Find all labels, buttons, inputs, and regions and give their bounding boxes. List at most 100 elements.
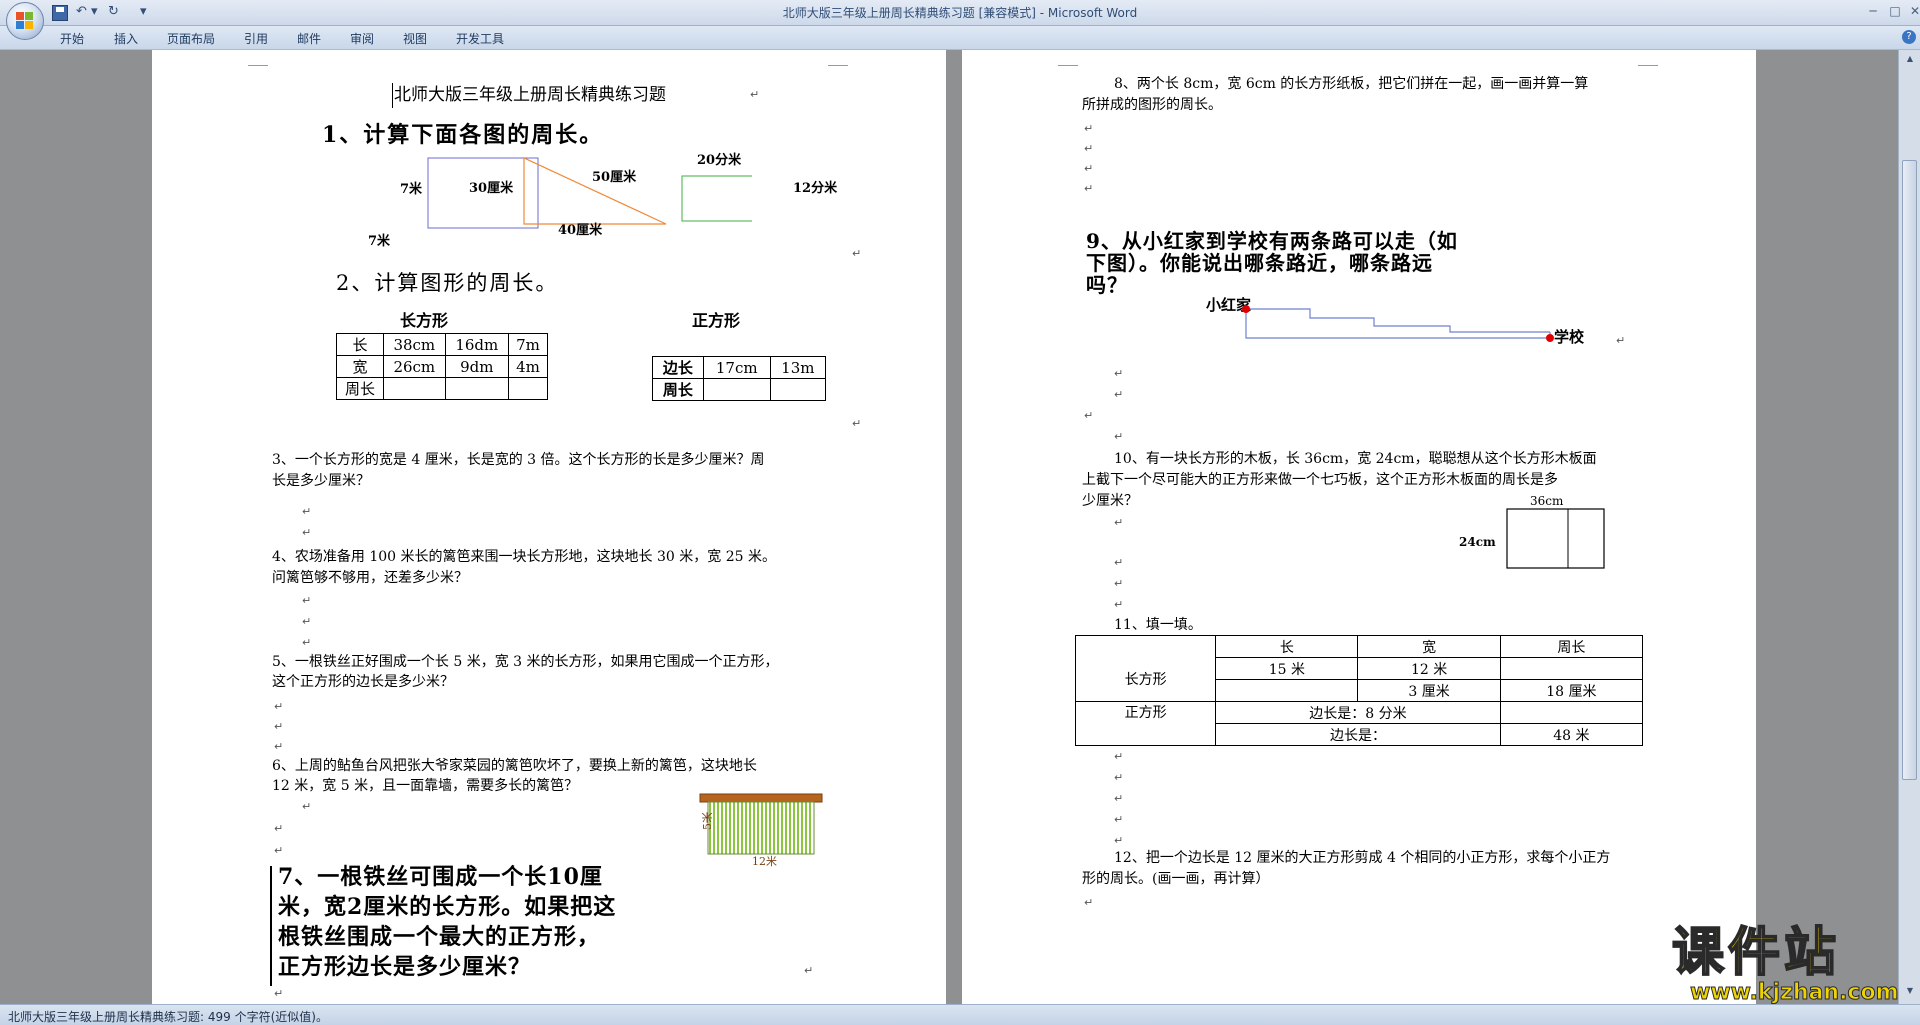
office-button[interactable] bbox=[6, 2, 44, 40]
table-cell[interactable]: 长 bbox=[336, 333, 384, 356]
paragraph-mark: ↵ bbox=[302, 636, 312, 649]
q6-line-2: 12 米，宽 5 米，且一面靠墙，需要多长的篱笆？ bbox=[272, 778, 579, 794]
q12-line-2: 形的周长。(画一画，再计算） bbox=[1082, 871, 1270, 887]
table-cell[interactable]: 周长 bbox=[652, 378, 704, 401]
rect-left-label: 7米 bbox=[400, 182, 423, 197]
paragraph-mark: ↵ bbox=[1114, 813, 1124, 826]
table-cell[interactable]: 17cm bbox=[702, 356, 771, 379]
paragraph-mark: ↵ bbox=[274, 822, 284, 835]
paragraph-mark: ↵ bbox=[1114, 577, 1124, 590]
tab-review[interactable]: 审阅 bbox=[350, 30, 374, 47]
table-cell[interactable]: 周长 bbox=[336, 377, 384, 400]
table-cell[interactable] bbox=[444, 377, 509, 400]
table-cell[interactable]: 4m bbox=[507, 355, 549, 378]
table-cell[interactable] bbox=[1499, 657, 1644, 680]
table-cell[interactable] bbox=[769, 378, 827, 401]
q7-line-4: 正方形边长是多少厘米？ bbox=[278, 954, 532, 980]
table-cell[interactable] bbox=[507, 377, 549, 400]
tab-page-layout[interactable]: 页面布局 bbox=[167, 30, 215, 47]
rectangle-shape bbox=[681, 175, 752, 222]
table-cell[interactable]: 边长是： bbox=[1215, 723, 1501, 746]
table-cell[interactable]: 15 米 bbox=[1215, 657, 1359, 680]
paragraph-mark: ↵ bbox=[1114, 834, 1124, 847]
q1-heading: 1、计算下面各图的周长。 bbox=[322, 122, 604, 148]
scrollbar-thumb[interactable] bbox=[1902, 160, 1917, 780]
route-map bbox=[1242, 305, 1554, 342]
close-button[interactable]: ✕ bbox=[1904, 2, 1920, 20]
board-figure bbox=[1506, 508, 1605, 569]
table-cell[interactable]: 16dm bbox=[444, 333, 509, 356]
fence-bottom-label: 12米 bbox=[752, 855, 777, 868]
q7-line-1: 7、一根铁丝可围成一个长10厘 bbox=[278, 864, 603, 890]
scroll-up-icon[interactable]: ▲ bbox=[1903, 54, 1917, 66]
q11-table: 长 宽 周长 长方形 15 米 12 米 3 厘米 18 厘米 正方形 边长是：… bbox=[1074, 635, 1644, 746]
rect-bottom-label: 7米 bbox=[368, 234, 391, 249]
help-icon[interactable]: ? bbox=[1902, 30, 1916, 44]
table-cell[interactable]: 正方形 bbox=[1074, 701, 1217, 746]
margin-corner bbox=[1058, 56, 1078, 66]
paragraph-mark: ↵ bbox=[1084, 142, 1094, 155]
table-cell[interactable]: 9dm bbox=[444, 355, 509, 378]
paragraph-mark: ↵ bbox=[1114, 388, 1124, 401]
table-cell[interactable]: 26cm bbox=[382, 355, 446, 378]
table-cell[interactable] bbox=[1074, 635, 1217, 658]
paragraph-mark: ↵ bbox=[1616, 334, 1626, 347]
school-marker bbox=[1546, 334, 1554, 342]
tab-references[interactable]: 引用 bbox=[244, 30, 268, 47]
table-cell[interactable]: 48 米 bbox=[1499, 723, 1644, 746]
tab-view[interactable]: 视图 bbox=[403, 30, 427, 47]
paragraph-mark: ↵ bbox=[302, 594, 312, 607]
margin-corner bbox=[1638, 56, 1658, 66]
word-count-status[interactable]: 北师大版三年级上册周长精典练习题: 499 个字符(近似值)。 bbox=[8, 1008, 328, 1025]
table-cell[interactable]: 38cm bbox=[382, 333, 446, 356]
paragraph-mark: ↵ bbox=[1114, 792, 1124, 805]
table-cell[interactable]: 12 米 bbox=[1357, 657, 1501, 680]
q12-line-1: 12、把一个边长是 12 厘米的大正方形剪成 4 个相同的小正方形，求每个小正方 bbox=[1114, 850, 1611, 866]
table-cell[interactable]: 长 bbox=[1215, 635, 1359, 658]
table-cell[interactable] bbox=[702, 378, 771, 401]
maximize-button[interactable]: □ bbox=[1884, 2, 1906, 20]
table-cell[interactable]: 18 厘米 bbox=[1499, 679, 1644, 702]
tab-insert[interactable]: 插入 bbox=[114, 30, 138, 47]
table-cell[interactable]: 周长 bbox=[1499, 635, 1644, 658]
table-cell[interactable]: 宽 bbox=[1357, 635, 1501, 658]
table-cell[interactable] bbox=[382, 377, 446, 400]
paragraph-mark: ↵ bbox=[274, 720, 284, 733]
table-cell[interactable] bbox=[1215, 679, 1359, 702]
q6-line-1: 6、上周的鲇鱼台风把张大爷家菜园的篱笆吹坏了，要换上新的篱笆，这块地长 bbox=[272, 758, 757, 774]
paragraph-mark: ↵ bbox=[302, 615, 312, 628]
paragraph-mark: ↵ bbox=[274, 700, 284, 713]
q7-line-2: 米，宽2厘米的长方形。如果把这 bbox=[278, 894, 617, 920]
table-cell[interactable]: 宽 bbox=[336, 355, 384, 378]
title-bar: ↶ ▾ ↻ ▾ 北师大版三年级上册周长精典练习题 [兼容模式] - Micros… bbox=[0, 0, 1920, 26]
tab-home[interactable]: 开始 bbox=[60, 30, 84, 47]
fence-side-label: 5米 bbox=[701, 812, 714, 830]
square-table: 边长 17cm 13m 周长 bbox=[652, 356, 827, 401]
q4-line-2: 问篱笆够不够用，还差多少米？ bbox=[272, 570, 468, 586]
table-cell[interactable]: 13m bbox=[769, 356, 827, 379]
vertical-scrollbar[interactable]: ▲ ▼ bbox=[1898, 50, 1920, 1004]
table-cell[interactable]: 7m bbox=[507, 333, 549, 356]
table-cell[interactable]: 边长是：8 分米 bbox=[1215, 701, 1501, 724]
q9-line-1: 9、从小红家到学校有两条路可以走（如 bbox=[1086, 229, 1458, 253]
document-page-1[interactable]: 北师大版三年级上册周长精典练习题 ↵ 1、计算下面各图的周长。 7米 7米 30… bbox=[152, 50, 946, 1004]
paragraph-mark: ↵ bbox=[1084, 409, 1094, 422]
q10-line-3: 少厘米？ bbox=[1082, 493, 1138, 509]
tab-developer[interactable]: 开发工具 bbox=[456, 30, 504, 47]
table-cell[interactable]: 边长 bbox=[652, 356, 704, 379]
paragraph-mark: ↵ bbox=[1114, 516, 1124, 529]
scroll-down-icon[interactable]: ▼ bbox=[1903, 986, 1917, 998]
q1-figures bbox=[427, 157, 752, 229]
paragraph-mark: ↵ bbox=[750, 88, 760, 101]
minimize-button[interactable]: ─ bbox=[1862, 2, 1884, 20]
paragraph-mark: ↵ bbox=[1114, 556, 1124, 569]
document-page-2[interactable]: 8、两个长 8cm，宽 6cm 的长方形纸板，把它们拼在一起，画一画并算一算 所… bbox=[962, 50, 1756, 1004]
table-cell[interactable]: 长方形 bbox=[1074, 657, 1217, 702]
tab-mailings[interactable]: 邮件 bbox=[297, 30, 321, 47]
table-cell[interactable] bbox=[1499, 701, 1644, 724]
paragraph-mark: ↵ bbox=[852, 417, 862, 430]
rect2-top-label: 20分米 bbox=[697, 153, 742, 168]
paragraph-mark: ↵ bbox=[274, 844, 284, 857]
table-cell[interactable]: 3 厘米 bbox=[1357, 679, 1501, 702]
window-title: 北师大版三年级上册周长精典练习题 [兼容模式] - Microsoft Word bbox=[0, 4, 1920, 21]
